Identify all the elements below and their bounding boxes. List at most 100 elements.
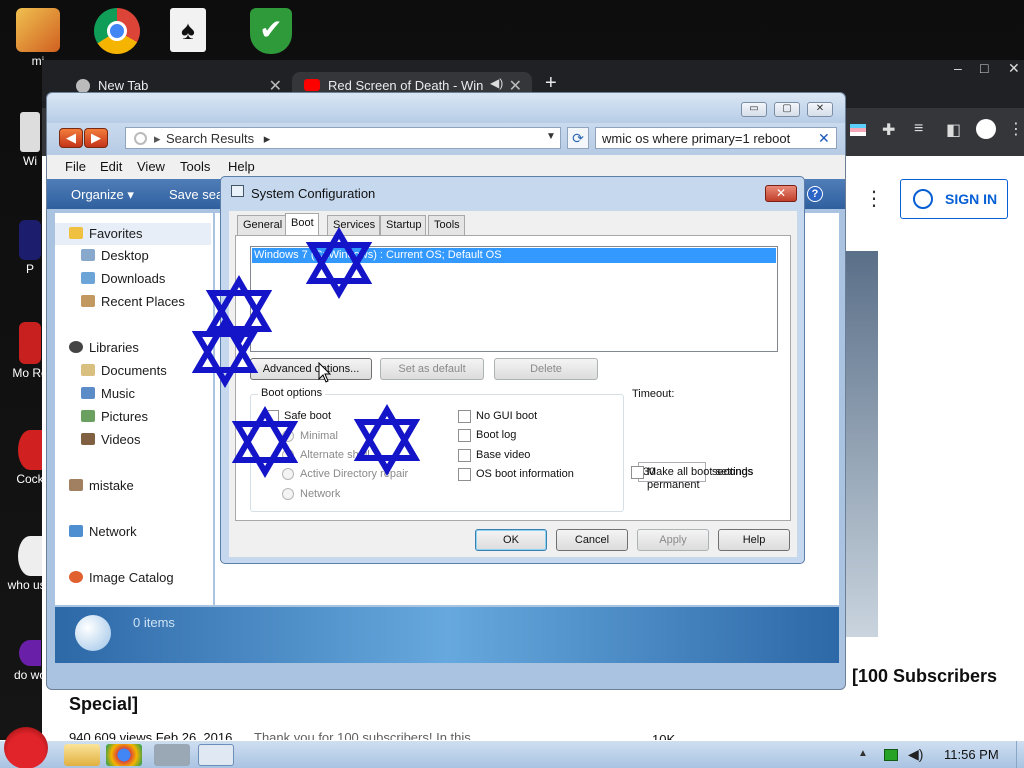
sidebar-item-videos[interactable]: Videos: [81, 432, 141, 447]
network-label: Network: [300, 488, 341, 500]
profile-avatar[interactable]: [976, 119, 996, 139]
no-gui-boot-checkbox[interactable]: [458, 410, 471, 423]
boot-log-checkbox[interactable]: [458, 429, 471, 442]
sidebar-item-desktop[interactable]: Desktop: [81, 248, 149, 263]
help-icon[interactable]: ?: [807, 186, 823, 202]
set-as-default-button[interactable]: Set as default: [380, 358, 484, 380]
sidebar-item-network[interactable]: Network: [69, 524, 137, 539]
sidebar-item-music[interactable]: Music: [81, 386, 135, 401]
close-window-button[interactable]: ✕: [1008, 60, 1020, 77]
sidebar-item-downloads[interactable]: Downloads: [81, 271, 165, 286]
chrome-desktop-icon[interactable]: [94, 8, 140, 54]
app-icon: [19, 640, 41, 666]
tab-startup[interactable]: Startup: [380, 215, 427, 235]
items-count: 0 items: [133, 615, 175, 630]
downloads-icon: [81, 272, 95, 284]
angry-bird-start-icon[interactable]: [4, 727, 48, 768]
video-thumbnail[interactable]: [846, 251, 878, 637]
reading-list-icon[interactable]: ≡: [914, 120, 923, 138]
menu-edit[interactable]: Edit: [100, 159, 122, 174]
explorer-sidebar: Favorites Desktop Downloads Recent Place…: [55, 213, 213, 605]
timeout-label: Timeout:: [632, 388, 675, 400]
dialog-close-button[interactable]: ✕: [765, 185, 797, 202]
volume-icon[interactable]: ◀): [908, 746, 923, 763]
maximize-button[interactable]: □: [980, 60, 988, 76]
cancel-button[interactable]: Cancel: [556, 529, 628, 551]
clear-search-icon[interactable]: ✕: [818, 130, 830, 147]
menu-file[interactable]: File: [65, 159, 86, 174]
chrome-menu-icon[interactable]: ⋮: [1008, 119, 1024, 139]
tab-tools[interactable]: Tools: [428, 215, 465, 235]
security-shield-icon[interactable]: ✔: [250, 8, 292, 54]
back-arrow-icon[interactable]: ◀: [59, 128, 83, 148]
menu-help[interactable]: Help: [228, 159, 255, 174]
make-permanent-checkbox[interactable]: [631, 466, 644, 479]
base-video-checkbox[interactable]: [458, 449, 471, 462]
ok-button[interactable]: OK: [475, 529, 547, 551]
taskbar-explorer-icon[interactable]: [64, 744, 100, 766]
breadcrumb-arrow-icon[interactable]: ▸: [154, 131, 161, 147]
more-options-icon[interactable]: ⋮: [864, 186, 884, 211]
side-panel-icon[interactable]: ◧: [946, 120, 961, 140]
boot-options-label: Boot options: [258, 387, 326, 399]
organize-button[interactable]: Organize ▾: [71, 187, 134, 203]
sidebar-item-favorites[interactable]: Favorites: [55, 223, 211, 245]
explorer-close-button[interactable]: ✕: [807, 102, 833, 117]
user-folder-icon: [69, 479, 83, 491]
search-results-icon: [134, 132, 147, 145]
tab-general[interactable]: General: [237, 215, 288, 235]
delete-button[interactable]: Delete: [494, 358, 598, 380]
taskbar: ▲ ◀) 11:56 PM: [0, 727, 1024, 768]
account-icon: [913, 189, 933, 209]
solitaire-icon[interactable]: ♠: [170, 8, 206, 52]
recycle-bin-icon: [20, 112, 40, 152]
audio-playing-icon[interactable]: ◀): [490, 76, 503, 90]
taskbar-msconfig-icon[interactable]: [198, 744, 234, 766]
clock[interactable]: 11:56 PM: [944, 747, 999, 762]
sidebar-item-user[interactable]: mistake: [69, 478, 134, 493]
no-gui-boot-label: No GUI boot: [476, 410, 538, 422]
taskbar-chrome-icon[interactable]: [106, 744, 142, 766]
history-dropdown-icon[interactable]: ▼: [546, 131, 556, 142]
sidebar-item-recent[interactable]: Recent Places: [81, 294, 185, 309]
os-boot-info-checkbox[interactable]: [458, 468, 471, 481]
menu-tools[interactable]: Tools: [180, 159, 210, 174]
libraries-icon: [69, 341, 83, 353]
extensions-puzzle-icon[interactable]: ✚: [882, 120, 895, 140]
advanced-options-button[interactable]: Advanced options...: [250, 358, 372, 380]
make-permanent-label: Make all boot settings: [647, 466, 754, 478]
menu-view[interactable]: View: [137, 159, 165, 174]
sidebar-item-libraries[interactable]: Libraries: [69, 340, 139, 355]
battery-icon[interactable]: [884, 749, 898, 761]
search-input[interactable]: wmic os where primary=1 reboot ✕: [595, 127, 837, 149]
help-button[interactable]: Help: [718, 529, 790, 551]
show-hidden-icons-icon[interactable]: ▲: [858, 748, 868, 759]
breadcrumb-arrow-icon[interactable]: ▸: [264, 131, 271, 146]
address-bar[interactable]: ▸ Search Results ▸ ▼: [125, 127, 561, 149]
dialog-title: System Configuration: [251, 186, 376, 201]
explorer-nav-bar: ◀ ▶ ▸ Search Results ▸ ▼ ⟳ wmic os where…: [47, 123, 845, 155]
star-of-david-overlay-5: [353, 404, 421, 476]
network-radio[interactable]: [282, 488, 294, 500]
sidebar-item-documents[interactable]: Documents: [81, 363, 167, 378]
sign-in-button[interactable]: SIGN IN: [900, 179, 1008, 219]
refresh-icon[interactable]: ⟳: [567, 127, 589, 149]
explorer-minimize-button[interactable]: ▭: [741, 102, 767, 117]
forward-arrow-icon[interactable]: ▶: [84, 128, 108, 148]
save-search-button[interactable]: Save sea: [169, 187, 223, 202]
explorer-maximize-button[interactable]: ▢: [774, 102, 800, 117]
explorer-caption-bar: ▭ ▢ ✕: [47, 93, 845, 123]
sidebar-item-image-catalog[interactable]: Image Catalog: [69, 570, 174, 585]
star-of-david-overlay-3: [191, 316, 259, 388]
sidebar-item-pictures[interactable]: Pictures: [81, 409, 148, 424]
app-icon: [19, 322, 41, 364]
show-desktop-button[interactable]: [1016, 741, 1024, 768]
app-icon: [18, 536, 42, 576]
base-video-label: Base video: [476, 449, 531, 461]
taskbar-settings-icon[interactable]: [154, 744, 190, 766]
minimize-button[interactable]: –: [954, 60, 962, 76]
extension-flag-icon[interactable]: [850, 124, 866, 136]
folder-icon: [16, 8, 60, 52]
network-icon: [69, 525, 83, 537]
apply-button[interactable]: Apply: [637, 529, 709, 551]
